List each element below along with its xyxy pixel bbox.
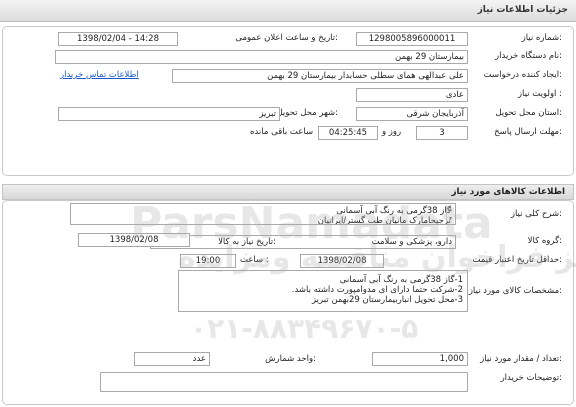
priority-label: اولویت نیاز : [517, 89, 562, 99]
request-creator-label: ایجاد کننده درخواست: [483, 70, 562, 80]
announce-datetime-label: تاریخ و ساعت اعلان عمومی: [235, 33, 338, 43]
summary-line-1: گاز 38گرمی به رنگ آبی آسمانی [336, 206, 451, 216]
need-number-label: شماره نیاز: [521, 33, 562, 43]
quantity-field: 1,000 [372, 352, 468, 366]
delivery-province-label: استان محل تحویل: [495, 108, 562, 118]
page-title: جزئیات اطلاعات نیاز [477, 5, 568, 15]
summary-scrollbar[interactable]: ▴ ▾ [446, 205, 454, 223]
summary-textarea: گاز 38گرمی به رنگ آبی آسمانی ترجیحامارک … [70, 203, 456, 225]
goods-specs-line-1: 1-گاز 38گرمی به رنگ آبی آسمانی [339, 275, 463, 285]
summary-line-2: ترجیحامارک مانیان طب گستر/ایرانیان [317, 216, 451, 225]
goods-section-title: اطلاعات کالاهای مورد نیاز [451, 187, 565, 197]
min-price-validity-time-label: ساعت : [240, 255, 269, 265]
goods-group-label: گروه کالا: [527, 236, 562, 246]
goods-specs-line-3: 3-محل تحویل انباربیمارستان 29بهمن تبریز [311, 295, 463, 305]
goods-section-header: اطلاعات کالاهای مورد نیاز [2, 184, 574, 200]
need-info-panel [2, 26, 574, 176]
buyer-notes-label: توضیحات خریدار: [500, 373, 562, 383]
min-price-validity-date-field: 1398/02/08 [300, 254, 384, 268]
buyer-org-label: نام دستگاه خریدار: [495, 51, 562, 61]
response-deadline-label: مهلت ارسال پاسخ: [494, 127, 562, 137]
deadline-days-unit: روز و [382, 127, 402, 137]
need-date-field: 1398/02/08 [78, 233, 190, 247]
goods-specs-label: مشخصات کالای مورد نیاز: [468, 286, 562, 296]
quantity-label: تعداد / مقدار مورد نیاز: [480, 354, 562, 364]
deadline-time-field: 04:25:45 [318, 126, 378, 140]
buyer-contact-link[interactable]: اطلاعات تماس خریدار [60, 70, 139, 80]
deadline-remaining-label: ساعت باقی مانده [250, 127, 314, 137]
title-bar: جزئیات اطلاعات نیاز [0, 0, 576, 22]
unit-label: واحد شمارش: [265, 354, 316, 364]
delivery-province-field: آذربایجان شرقی [356, 107, 468, 121]
goods-group-field: دارو، پزشکی و سلامت [150, 235, 456, 249]
delivery-city-label: شهر محل تحویل: [276, 108, 338, 118]
summary-label: شرح کلی نیاز: [510, 209, 562, 219]
min-price-validity-time-field: 19:00 [180, 254, 236, 268]
buyer-notes-field [100, 372, 468, 392]
need-number-field: 1298005896000011 [356, 32, 468, 46]
priority-field: عادی [356, 88, 468, 102]
need-date-label: تاریخ نیاز به کالا: [218, 237, 276, 247]
buyer-org-field: بیمارستان 29 بهمن [55, 50, 468, 64]
request-creator-field: علی عبدالهی همای سطلی حسابدار بیمارستان … [172, 69, 468, 83]
announce-datetime-field: 1398/02/04 - 14:28 [58, 32, 178, 46]
deadline-days-field: 3 [416, 126, 468, 140]
goods-specs-textarea: 1-گاز 38گرمی به رنگ آبی آسمانی 2-شرکت حت… [178, 270, 468, 312]
unit-field: عدد [134, 352, 210, 366]
goods-specs-line-2: 2-شرکت حتما دارای ای مدوامپورت داشته باش… [291, 285, 463, 295]
min-price-validity-label: حداقل تاریخ اعتبار قیمت: [472, 255, 562, 265]
delivery-city-field: تبریز [58, 107, 280, 121]
